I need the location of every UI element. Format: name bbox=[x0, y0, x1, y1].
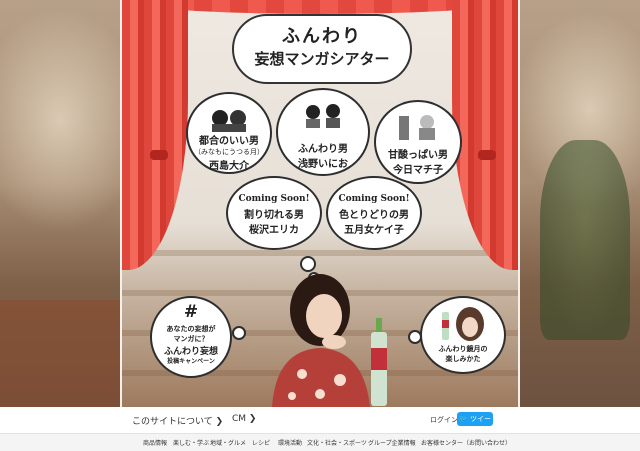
background-shelf bbox=[0, 300, 120, 407]
manga-portrait-icon bbox=[442, 307, 484, 341]
background-plant bbox=[540, 140, 630, 340]
footer-link-recipe[interactable]: レシピ bbox=[252, 438, 270, 447]
footer-main: このサイトについて ❯ CM ❯ ログイン 🐦 ツイート bbox=[0, 407, 640, 437]
campaign-text: マンガに？ bbox=[173, 334, 209, 343]
model-photo bbox=[272, 274, 370, 407]
campaign-text: 投稿キャンペーン bbox=[167, 358, 215, 365]
manga-portrait-icon bbox=[212, 110, 246, 132]
footer-link-environment[interactable]: 環境活動 bbox=[278, 438, 302, 447]
tweet-button[interactable]: 🐦 ツイート bbox=[457, 412, 493, 437]
product-bottle bbox=[371, 318, 387, 406]
about-link[interactable]: このサイトについて ❯ bbox=[132, 414, 223, 427]
login-link[interactable]: ログイン bbox=[430, 415, 458, 425]
twitter-bird-icon: 🐦 bbox=[459, 415, 468, 423]
enjoy-bubble[interactable]: ふんわり鏡月の 楽しみかた bbox=[420, 296, 506, 374]
bubble-caption: ふんわり男 浅野いにお bbox=[298, 144, 348, 170]
footer-links: 商品情報 楽しむ・学ぶ 地域・グルメ レシピ 環境活動 文化・社会・スポーツ グ… bbox=[0, 433, 640, 451]
curtain-tie-left bbox=[150, 150, 168, 160]
cm-link[interactable]: CM ❯ bbox=[232, 414, 256, 424]
manga-portrait-icon bbox=[399, 115, 435, 140]
bubble-caption: 都合のいい男 （みなもにうつる月） 西島大介 bbox=[194, 136, 264, 172]
curtain-tie-right bbox=[478, 150, 496, 160]
manga-bubble-satsuki[interactable]: Coming Soon! 色とりどりの男 五月女ケイ子 bbox=[326, 176, 422, 250]
site-title: ふんわり 妄想マンガシアター bbox=[232, 14, 412, 84]
bubble-caption: Coming Soon! 色とりどりの男 五月女ケイ子 bbox=[328, 194, 420, 236]
coming-soon-label: Coming Soon! bbox=[238, 194, 310, 204]
thought-dot bbox=[232, 326, 246, 340]
coming-soon-label: Coming Soon! bbox=[338, 194, 410, 204]
footer-link-support[interactable]: お客様センター（お問い合わせ） bbox=[421, 438, 511, 447]
footer-link-group[interactable]: グループ企業情報 bbox=[368, 438, 416, 447]
footer-link-products[interactable]: 商品情報 bbox=[143, 438, 167, 447]
bubble-caption: 甘酸っぱい男 今日マチ子 bbox=[388, 150, 448, 176]
bubble-caption: Coming Soon! 割り切れる男 桜沢エリカ bbox=[228, 194, 320, 236]
hashtag-icon: # bbox=[183, 302, 199, 322]
footer-link-enjoy[interactable]: 楽しむ・学ぶ bbox=[173, 438, 209, 447]
manga-bubble-nishijima[interactable]: 都合のいい男 （みなもにうつる月） 西島大介 bbox=[186, 92, 272, 174]
manga-bubble-sakurazawa[interactable]: Coming Soon! 割り切れる男 桜沢エリカ bbox=[226, 176, 322, 250]
footer-link-gourmet[interactable]: 地域・グルメ bbox=[210, 438, 246, 447]
enjoy-text: ふんわり鏡月の 楽しみかた bbox=[438, 344, 488, 363]
title-line2: 妄想マンガシアター bbox=[254, 50, 390, 68]
campaign-text: あなたの妄想が bbox=[166, 324, 216, 333]
footer-link-culture[interactable]: 文化・社会・スポーツ bbox=[307, 438, 367, 447]
manga-bubble-asano[interactable]: ふんわり男 浅野いにお bbox=[276, 88, 370, 176]
manga-portrait-icon bbox=[306, 104, 340, 128]
title-line1: ふんわり bbox=[282, 26, 362, 47]
campaign-bubble[interactable]: # あなたの妄想が マンガに？ ふんわり妄想 投稿キャンペーン bbox=[150, 296, 232, 378]
manga-bubble-imaichi[interactable]: 甘酸っぱい男 今日マチ子 bbox=[374, 100, 462, 184]
